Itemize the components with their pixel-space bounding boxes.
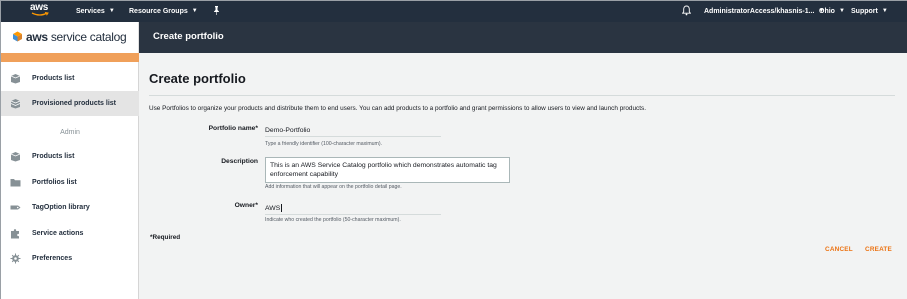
sidebar-admin-heading: Admin	[60, 129, 80, 136]
sidebar-item-label: Service actions	[32, 230, 84, 237]
region-label: Ohio	[819, 8, 835, 15]
folder-icon	[10, 179, 21, 187]
puzzle-icon	[11, 229, 19, 239]
support-label: Support	[851, 8, 878, 15]
tag-icon	[10, 205, 21, 210]
sidebar-accent-stripe	[1, 53, 139, 62]
chevron-down-icon: ▼	[881, 8, 888, 14]
gear-icon	[10, 253, 21, 264]
sidebar-item-service-actions[interactable]: Service actions	[1, 221, 139, 246]
description-textarea[interactable]: This is an AWS Service Catalog portfolio…	[265, 157, 510, 183]
brand-name: aws service catalog	[26, 30, 127, 44]
portfolio-name-hint: Type a friendly identifier (100-characte…	[265, 141, 383, 147]
page-title: Create portfolio	[149, 71, 246, 86]
stacked-box-icon	[10, 99, 21, 109]
intro-text: Use Portfolios to organize your products…	[149, 105, 646, 112]
sidebar-item-label: Provisioned products list	[32, 100, 117, 107]
header-title: Create portfolio	[153, 31, 224, 42]
page-header: Create portfolio	[139, 22, 907, 53]
required-note: *Required	[150, 234, 181, 241]
text-cursor	[281, 204, 283, 212]
sidebar-item-label: Portfolios list	[32, 179, 77, 186]
pin-icon[interactable]	[213, 6, 220, 17]
account-menu[interactable]: AdministratorAccess/khasnis-1... ▼	[704, 7, 824, 16]
sidebar-item-label: Products list	[32, 75, 75, 82]
sidebar-item-preferences[interactable]: Preferences	[1, 246, 139, 271]
title-divider	[149, 95, 895, 96]
support-menu[interactable]: Support ▼	[851, 7, 888, 16]
description-hint: Add information that will appear on the …	[265, 184, 402, 190]
service-catalog-brand[interactable]: aws service catalog	[1, 22, 139, 53]
sidebar-item-portfolios-list[interactable]: Portfolios list	[1, 170, 139, 195]
sidebar-item-label: TagOption library	[32, 204, 90, 211]
sidebar-item-tagoption-library[interactable]: TagOption library	[1, 195, 139, 220]
services-menu[interactable]: Services ▼	[76, 7, 115, 16]
services-label: Services	[76, 8, 105, 15]
resource-groups-menu[interactable]: Resource Groups ▼	[129, 7, 198, 16]
main-content: Create portfolio Use Portfolios to organ…	[139, 53, 907, 299]
aws-smile-icon	[31, 12, 49, 16]
resource-groups-label: Resource Groups	[129, 8, 188, 15]
box-icon	[10, 74, 21, 84]
portfolio-name-input[interactable]: Demo-Portfolio	[265, 127, 441, 137]
chevron-down-icon: ▼	[838, 8, 845, 14]
owner-hint: Indicate who created the portfolio (50-c…	[265, 217, 401, 223]
portfolio-name-label: Portfolio name*	[208, 125, 258, 132]
chevron-down-icon: ▼	[191, 8, 198, 14]
description-label: Description	[221, 158, 258, 165]
aws-logo[interactable]: aws	[30, 3, 52, 19]
chevron-down-icon: ▼	[108, 8, 115, 14]
account-label: AdministratorAccess/khasnis-1...	[704, 8, 815, 15]
notifications-bell-icon[interactable]	[681, 5, 692, 18]
sidebar-item-products-list[interactable]: Products list	[1, 66, 139, 91]
box-icon	[10, 152, 21, 162]
sidebar-item-admin-products-list[interactable]: Products list	[1, 144, 139, 169]
cancel-button[interactable]: CANCEL	[825, 246, 853, 253]
sidebar-item-label: Products list	[32, 153, 75, 160]
create-button[interactable]: CREATE	[865, 246, 892, 253]
top-nav-bar: aws Services ▼ Resource Groups ▼ Adminis…	[1, 1, 907, 22]
owner-label: Owner*	[234, 202, 258, 209]
region-menu[interactable]: Ohio ▼	[819, 7, 845, 16]
sidebar-item-label: Preferences	[32, 255, 73, 262]
owner-input[interactable]: AWS	[265, 204, 441, 215]
service-catalog-icon	[13, 31, 22, 42]
sidebar-item-provisioned-products-list[interactable]: Provisioned products list	[1, 91, 139, 116]
owner-value: AWS	[265, 204, 281, 212]
sidebar: Products list Provisioned products list …	[1, 53, 139, 299]
